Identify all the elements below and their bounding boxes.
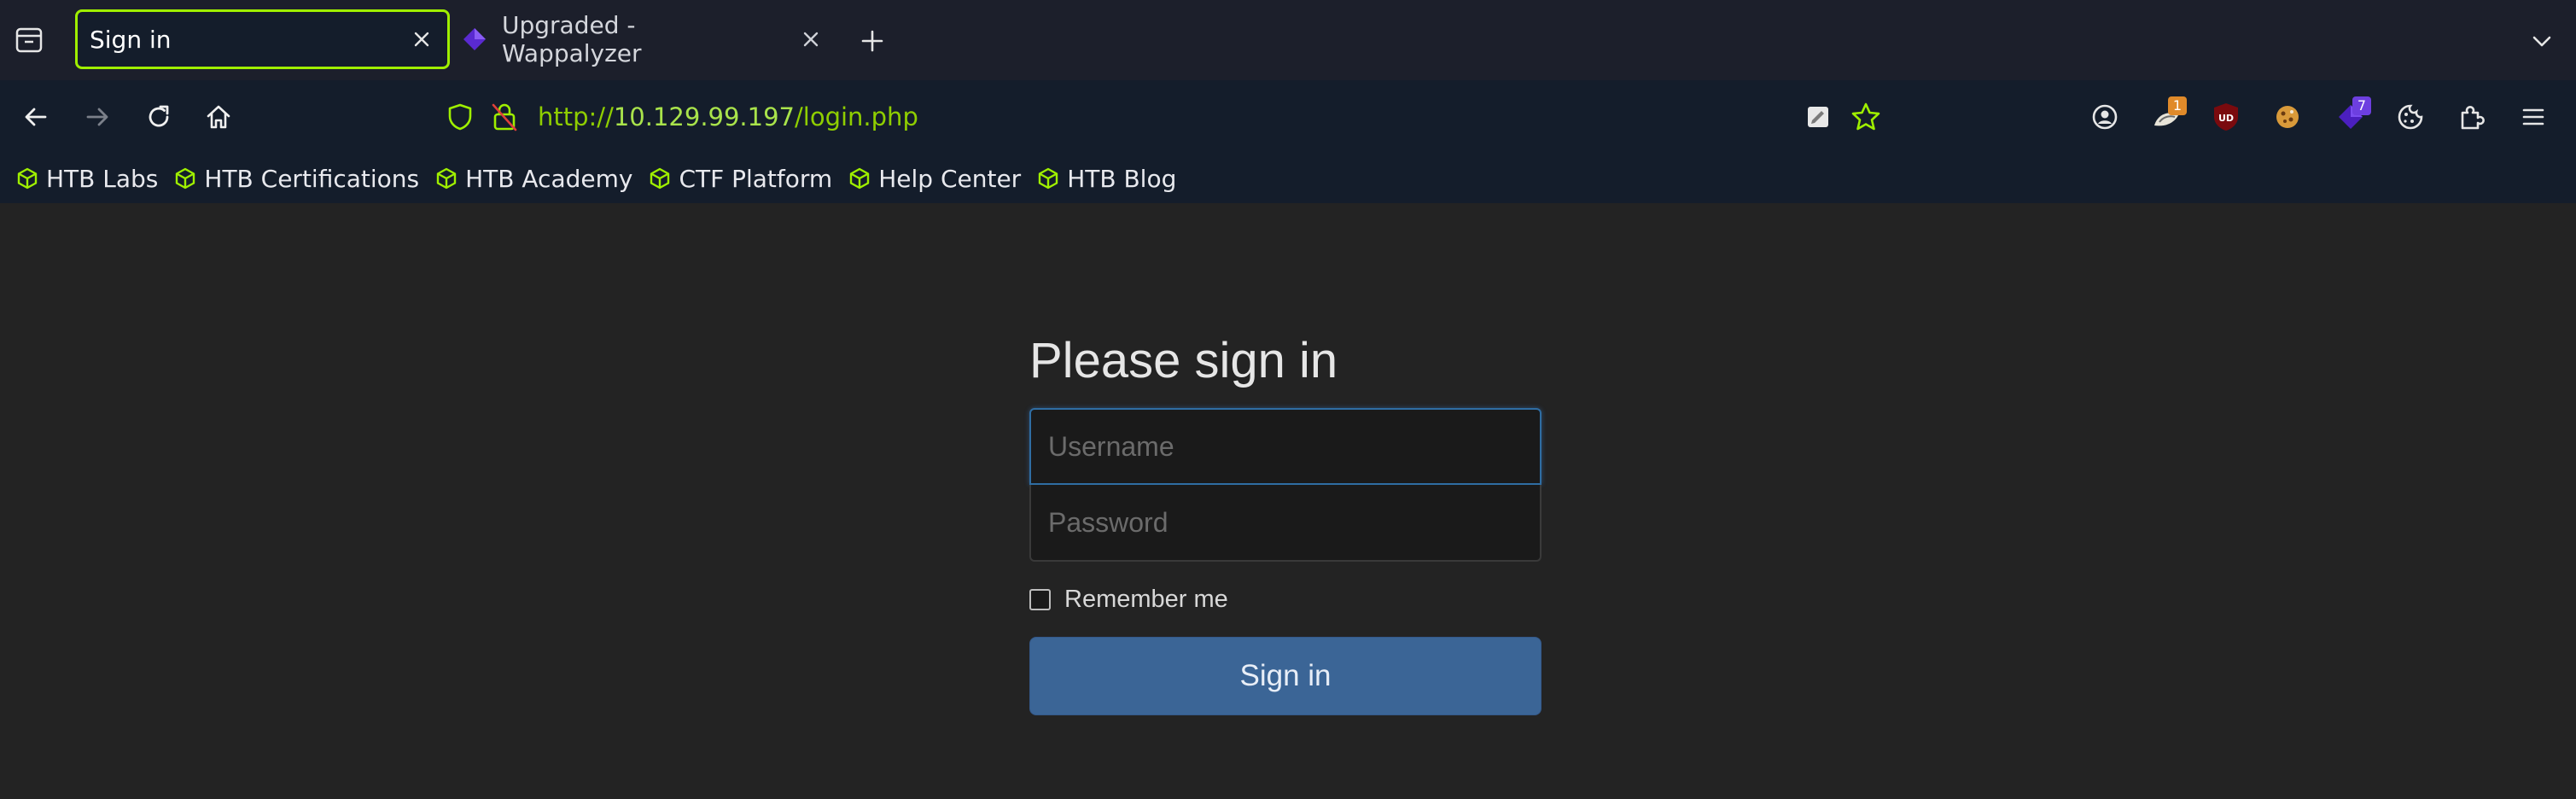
new-tab-icon[interactable]: [848, 17, 896, 65]
close-icon[interactable]: [405, 22, 439, 56]
cookie-icon[interactable]: [2387, 93, 2434, 141]
bookmark-htb-blog[interactable]: HTB Blog: [1036, 157, 1176, 200]
tab-wappalyzer[interactable]: Upgraded - Wappalyzer: [461, 9, 836, 69]
home-icon[interactable]: [195, 93, 242, 141]
ublock-origin-icon[interactable]: UD: [2202, 93, 2250, 141]
reload-icon[interactable]: [135, 93, 183, 141]
wappalyzer-badge: 7: [2352, 96, 2371, 115]
bookmark-label: Help Center: [878, 164, 1022, 193]
remember-me-row[interactable]: Remember me: [1029, 584, 1542, 615]
sign-in-button[interactable]: Sign in: [1029, 637, 1542, 715]
ublock-label: UD: [2218, 113, 2234, 124]
bookmark-star-icon[interactable]: [1842, 93, 1890, 141]
bookmarks-toolbar: HTB Labs HTB Certifications HTB Academy …: [0, 154, 2576, 203]
wappalyzer-icon[interactable]: 7: [2327, 93, 2375, 141]
page-content: Please sign in Remember me Sign in: [0, 203, 2576, 799]
bookmark-help-center[interactable]: Help Center: [848, 157, 1021, 200]
bookmark-htb-labs[interactable]: HTB Labs: [15, 157, 158, 200]
bookmark-label: HTB Academy: [465, 164, 633, 193]
list-all-tabs-icon[interactable]: [2518, 17, 2566, 65]
forward-arrow-icon[interactable]: [73, 93, 121, 141]
wappalyzer-favicon-icon: [461, 26, 488, 53]
navigation-toolbar: http://10.129.99.197/login.php 1 UD 7: [0, 80, 2576, 154]
back-arrow-icon[interactable]: [12, 93, 60, 141]
tracking-protection-shield-icon[interactable]: [446, 102, 475, 131]
url-scheme: http://: [538, 102, 614, 131]
htb-cube-icon: [176, 167, 195, 190]
bookmark-ctf-platform[interactable]: CTF Platform: [648, 157, 832, 200]
username-input[interactable]: [1029, 408, 1542, 485]
remember-me-checkbox[interactable]: [1029, 588, 1051, 610]
tab-sign-in[interactable]: Sign in: [75, 9, 450, 69]
bookmark-htb-academy[interactable]: HTB Academy: [434, 157, 632, 200]
close-icon[interactable]: [795, 22, 828, 56]
cookie-editor-icon[interactable]: [2264, 93, 2311, 141]
sign-in-form: Please sign in Remember me Sign in: [1029, 331, 1542, 715]
address-bar[interactable]: http://10.129.99.197/login.php: [434, 90, 1885, 143]
bookmark-htb-certifications[interactable]: HTB Certifications: [173, 157, 419, 200]
htb-cube-icon: [436, 167, 457, 190]
url-path: /login.php: [795, 102, 918, 131]
tab-overview-icon[interactable]: [5, 16, 53, 64]
bookmark-label: CTF Platform: [679, 164, 833, 193]
tab-title: Upgraded - Wappalyzer: [502, 11, 642, 67]
tab-strip: Sign in Upgraded - Wappalyzer: [0, 0, 2576, 80]
foxyproxy-badge: 1: [2168, 96, 2187, 115]
tab-title: Sign in: [90, 25, 172, 54]
htb-cube-icon: [650, 167, 670, 190]
url-host: 10.129.99.197: [613, 102, 796, 131]
htb-cube-icon: [850, 167, 870, 190]
extensions-icon[interactable]: [2448, 93, 2496, 141]
account-icon[interactable]: [2081, 93, 2129, 141]
bookmark-label: HTB Labs: [46, 164, 159, 193]
page-title: Please sign in: [1029, 333, 1338, 388]
remember-me-label[interactable]: Remember me: [1064, 586, 1228, 614]
url-text[interactable]: http://10.129.99.197/login.php: [538, 90, 918, 143]
insecure-lock-icon[interactable]: [490, 102, 519, 132]
htb-cube-icon: [17, 167, 38, 190]
notes-extension-icon[interactable]: [1794, 93, 1842, 141]
foxyproxy-icon[interactable]: 1: [2142, 93, 2190, 141]
password-input[interactable]: [1029, 485, 1542, 562]
menu-icon[interactable]: [2509, 93, 2557, 141]
htb-cube-icon: [1038, 167, 1058, 190]
bookmark-label: HTB Certifications: [204, 164, 420, 193]
bookmark-label: HTB Blog: [1067, 164, 1177, 193]
